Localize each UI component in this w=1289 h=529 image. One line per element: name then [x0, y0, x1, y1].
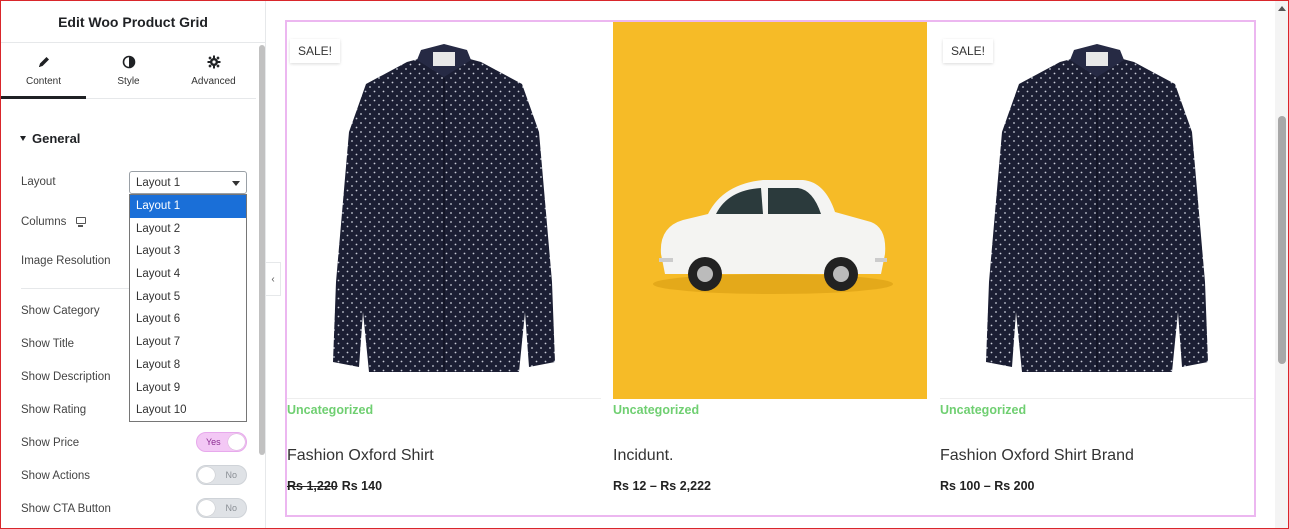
- layout-option[interactable]: Layout 6: [130, 308, 246, 331]
- layout-option[interactable]: Layout 4: [130, 263, 246, 286]
- show-description-label: Show Description: [21, 371, 111, 383]
- caret-down-icon: [20, 136, 26, 141]
- panel-scrollbar[interactable]: [259, 45, 265, 455]
- layout-dropdown-list: Layout 1 Layout 2 Layout 3 Layout 4 Layo…: [129, 194, 247, 422]
- collapse-panel-button[interactable]: ‹: [266, 262, 281, 296]
- layout-select[interactable]: Layout 1: [129, 171, 247, 194]
- sale-badge: SALE!: [943, 39, 994, 63]
- section-general-toggle[interactable]: General: [20, 131, 80, 146]
- toggle-state: No: [225, 470, 237, 480]
- layout-label: Layout: [21, 176, 56, 188]
- layout-option[interactable]: Layout 3: [130, 240, 246, 263]
- product-category-link[interactable]: Uncategorized: [287, 403, 373, 417]
- product-image[interactable]: SALE!: [940, 22, 1254, 399]
- product-category-link[interactable]: Uncategorized: [940, 403, 1026, 417]
- tab-advanced[interactable]: Advanced: [171, 43, 256, 98]
- divider: [21, 288, 131, 289]
- shirt-image: [333, 44, 555, 372]
- chevron-left-icon: ‹: [271, 273, 275, 285]
- layout-option[interactable]: Layout 5: [130, 286, 246, 309]
- layout-option[interactable]: Layout 7: [130, 331, 246, 354]
- layout-option[interactable]: Layout 2: [130, 218, 246, 241]
- half-circle-icon: [122, 55, 136, 71]
- layout-option[interactable]: Layout 9: [130, 377, 246, 400]
- toggle-knob: [198, 467, 215, 483]
- toggle-knob: [198, 500, 215, 516]
- editor-panel: Edit Woo Product Grid Content Style Adva…: [1, 1, 266, 528]
- page-scrollbar[interactable]: [1275, 1, 1288, 528]
- chevron-down-icon: [232, 181, 240, 186]
- tab-label: Style: [117, 75, 140, 87]
- show-cta-label: Show CTA Button: [21, 503, 111, 515]
- show-actions-toggle[interactable]: No: [196, 465, 247, 485]
- product-price: Rs 12 – Rs 2,222: [613, 479, 711, 493]
- panel-tabs: Content Style Advanced: [1, 43, 256, 99]
- product-image[interactable]: SALE!: [287, 22, 601, 399]
- product-title-link[interactable]: Fashion Oxford Shirt Brand: [940, 447, 1134, 465]
- monitor-icon[interactable]: [76, 217, 86, 227]
- show-price-toggle[interactable]: Yes: [196, 432, 247, 452]
- show-category-label: Show Category: [21, 305, 100, 317]
- product-price: Rs 1,220 Rs 140: [287, 479, 382, 493]
- gear-icon: [207, 55, 221, 71]
- price-old: Rs 1,220: [287, 479, 338, 493]
- layout-option[interactable]: Layout 1: [130, 195, 246, 218]
- product-price: Rs 100 – Rs 200: [940, 479, 1035, 493]
- product-category-link[interactable]: Uncategorized: [613, 403, 699, 417]
- tab-style[interactable]: Style: [86, 43, 171, 98]
- panel-header: Edit Woo Product Grid: [1, 1, 265, 43]
- car-image: [613, 22, 927, 399]
- product-card[interactable]: SALE!: [287, 22, 601, 399]
- image-resolution-label: Image Resolution: [21, 255, 111, 267]
- layout-option[interactable]: Layout 10: [130, 399, 246, 422]
- panel-title: Edit Woo Product Grid: [58, 13, 208, 30]
- toggle-knob: [228, 434, 245, 450]
- shirt-image: [986, 44, 1208, 372]
- show-price-label: Show Price: [21, 437, 80, 449]
- sale-badge: SALE!: [290, 39, 341, 63]
- show-title-label: Show Title: [21, 338, 75, 350]
- layout-select-value: Layout 1: [136, 176, 181, 189]
- columns-label: Columns: [21, 216, 67, 228]
- price-current: Rs 140: [341, 479, 383, 493]
- layout-option[interactable]: Layout 8: [130, 354, 246, 377]
- product-title-link[interactable]: Fashion Oxford Shirt: [287, 447, 434, 465]
- show-cta-toggle[interactable]: No: [196, 498, 247, 518]
- tab-content[interactable]: Content: [1, 43, 86, 99]
- toggle-state: No: [225, 503, 237, 513]
- product-title-link[interactable]: Incidunt.: [613, 447, 673, 465]
- section-title: General: [32, 131, 81, 146]
- product-card[interactable]: SALE!: [940, 22, 1254, 399]
- product-card[interactable]: [613, 22, 927, 399]
- show-actions-label: Show Actions: [21, 470, 91, 482]
- scrollbar-thumb[interactable]: [1278, 116, 1286, 364]
- show-rating-label: Show Rating: [21, 404, 87, 416]
- product-image[interactable]: [613, 22, 927, 399]
- tab-label: Advanced: [191, 75, 236, 87]
- pencil-icon: [37, 55, 51, 71]
- toggle-state: Yes: [206, 437, 221, 447]
- scroll-up-icon[interactable]: [1278, 6, 1286, 11]
- tab-label: Content: [25, 75, 62, 87]
